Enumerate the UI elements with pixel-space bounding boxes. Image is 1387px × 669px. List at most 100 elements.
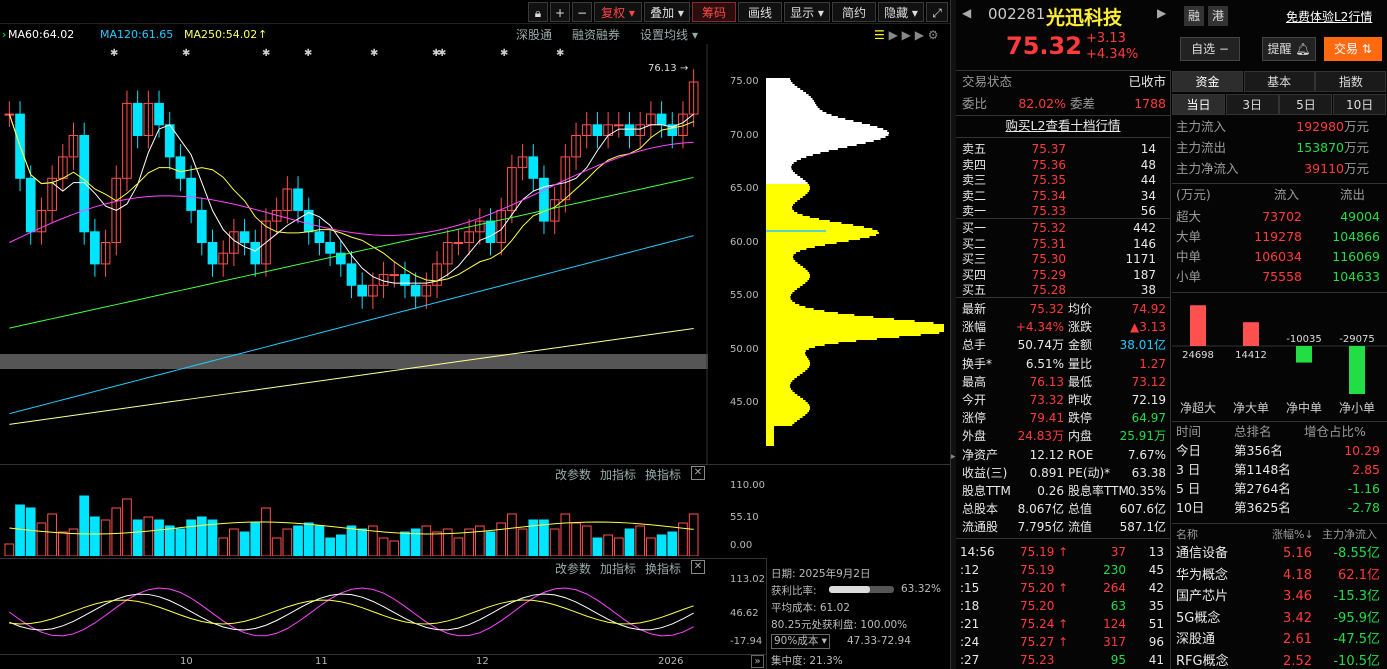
hk-tag[interactable]: 港 [1208,6,1228,26]
ma250-line [9,328,694,425]
chip-bar [766,292,793,294]
fund-tab[interactable]: 资金 [1172,71,1243,92]
stat-label: 换手* [962,356,993,371]
divider [1172,421,1387,422]
indicator-tick: 46.62 [730,608,759,619]
margin-tag[interactable]: 融 [1184,6,1204,26]
next-stock-icon[interactable]: ▶ [1157,6,1166,20]
period-tab[interactable]: 5日 [1279,94,1333,115]
chip-bar [766,166,792,168]
stat-label: 跌停 [1068,411,1093,426]
display-dropdown[interactable]: 显示 ▾ [784,2,830,22]
chip-bar [766,268,806,270]
fund-tab[interactable]: 指数 [1315,71,1387,92]
stat-value: 50.74万 [1017,338,1064,353]
chip-bar [766,330,944,332]
chip-bar [766,298,791,300]
period-tabs: 当日 3日 5日 10日 [1172,94,1387,116]
chip-bar [766,220,830,222]
chip-bar [766,284,803,286]
net-flow-bar-chart: 24698 净超大 14412 净大单 -10035 净中单 -29075 净小单 [1172,305,1387,415]
fund-tab[interactable]: 基本 [1243,71,1315,92]
ma-settings-dropdown-icon[interactable]: ▾ [692,26,698,44]
chip-bar [766,258,794,260]
simple-button[interactable]: 简约 [832,2,876,22]
stat-label: 昨收 [1068,393,1093,407]
overlay-dropdown[interactable]: 叠加 ▾ [644,2,690,22]
lock-icon[interactable]: 🔒︎ [528,2,548,22]
sector-name[interactable]: 5G概念 [1176,610,1220,628]
volume-bar [36,522,47,556]
sector-name[interactable]: RFG概念 [1176,653,1229,669]
zoom-out-button[interactable]: − [572,2,592,22]
chip-distribution-chart[interactable] [766,44,950,464]
stat-value: 6.51% [1025,356,1064,371]
ma-toggle-arrow-icon[interactable]: ↑ [258,26,267,44]
hide-dropdown[interactable]: 隐藏 ▾ [878,2,924,22]
sector-name-header: 名称 [1176,528,1198,541]
sector-name[interactable]: 国产芯片 [1176,588,1228,606]
highlight-band [0,354,708,369]
margin-link[interactable]: 融资融券 [572,26,620,44]
volume-chart[interactable] [0,480,708,556]
chip-list-icon[interactable]: ☰ [874,28,885,42]
hk-connect-link[interactable]: 深股通 [516,26,552,44]
price-tick: 55.00 [730,290,759,301]
period-tab[interactable]: 3日 [1225,94,1279,115]
flow-row-label: 小单 [1176,269,1202,284]
chip-step-icon[interactable]: ▶ [902,28,911,42]
display-label: 显示 [790,6,815,20]
chip-bar [766,172,795,174]
sector-change: 5.16 [1283,546,1312,561]
sector-change-header[interactable]: 涨幅%↓ [1272,526,1314,544]
chip-bar [766,264,801,266]
splitter-arrow-icon[interactable]: ▸ [951,452,956,462]
tick-volume: 124 [1103,617,1126,631]
chip-flag-icon[interactable]: ▶ [915,28,924,42]
vol-close-icon[interactable]: ✕ [691,466,705,480]
chip-play-icon[interactable]: ▶ [889,28,898,42]
period-tab[interactable]: 当日 [1172,94,1225,115]
buy-l2-link[interactable]: 购买L2查看十档行情 [956,117,1170,135]
chip-bar [766,390,793,392]
watchlist-button[interactable]: 自选 − [1180,37,1240,61]
scroll-right-icon[interactable]: » [751,655,764,668]
kdj-line [9,593,694,631]
flow-in-header: 流入 [1274,187,1300,202]
draw-line-button[interactable]: 画线 [738,2,782,22]
wb-label: 委比 [962,96,988,111]
chip-bar [766,180,806,182]
chip-bar [766,128,884,130]
rank-total-header: 总排名 [1234,424,1272,439]
remind-button[interactable]: 提醒 🔔︎ [1262,37,1316,61]
divider [956,137,1170,138]
cost-range: 47.33-72.94 [847,635,911,647]
volume-bar [196,516,207,556]
chip-button[interactable]: 筹码 [692,2,736,22]
sector-name[interactable]: 华为概念 [1176,567,1228,585]
l2-trial-link[interactable]: 免费体验L2行情 [1286,8,1372,25]
prev-stock-icon[interactable]: ◀ [962,6,971,20]
restore-rights-dropdown[interactable]: 复权 ▾ [594,2,642,22]
indicator-chart[interactable] [0,572,708,652]
cost-select[interactable]: 90%成本 ▾ [771,634,830,649]
fullscreen-icon[interactable]: ⤢ [926,2,948,22]
zoom-in-button[interactable]: + [550,2,570,22]
chip-bar [766,118,846,120]
ma-settings-link[interactable]: 设置均线 [640,26,688,44]
chip-settings-icon[interactable]: ⚙ [928,28,939,42]
kline-chart[interactable]: ✱ ✱ ✱ ✱ ✱ ✱✱ ✱ ✱ [0,44,766,464]
wc-value: 1788 [1134,96,1166,111]
chip-bar [766,388,791,390]
trade-button[interactable]: 交易 ⇅ [1324,37,1382,61]
sector-change: 3.46 [1283,589,1312,604]
flow-value: 39110 [1304,161,1344,176]
sector-name[interactable]: 深股通 [1176,631,1215,649]
stat-value: 64.97 [1131,411,1166,426]
sector-name[interactable]: 通信设备 [1176,545,1228,563]
volume-bar [485,531,496,556]
chip-bar [766,176,801,178]
candle-body [314,231,325,244]
candle-body [624,124,635,137]
period-tab[interactable]: 10日 [1333,94,1387,115]
